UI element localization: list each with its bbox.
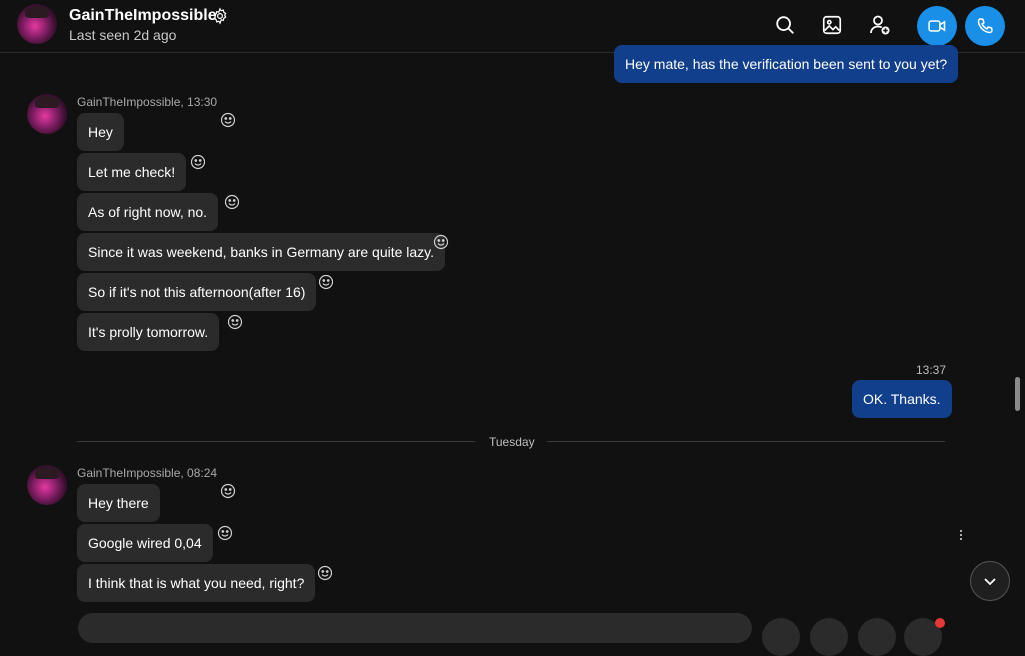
day-divider-label: Tuesday	[489, 435, 535, 449]
day-divider-line	[547, 441, 945, 442]
contact-name[interactable]: GainTheImpossible	[69, 7, 217, 25]
more-options-icon[interactable]	[957, 528, 965, 542]
add-person-icon	[870, 15, 890, 35]
message-composer-input[interactable]	[78, 613, 752, 643]
notification-dot	[935, 618, 945, 628]
outgoing-message[interactable]: OK. Thanks.	[852, 380, 952, 418]
search-icon	[776, 16, 794, 34]
gallery-icon	[822, 15, 842, 35]
incoming-message[interactable]: I think that is what you need, right?	[77, 564, 316, 602]
video-call-button[interactable]	[917, 6, 957, 46]
emoji-reaction-icon[interactable]	[220, 112, 236, 128]
scroll-to-bottom-button[interactable]	[970, 561, 1010, 601]
emoji-reaction-icon[interactable]	[317, 565, 333, 581]
incoming-message[interactable]: So if it's not this afternoon(after 16)	[77, 273, 317, 311]
search-button[interactable]	[772, 12, 798, 38]
incoming-message[interactable]: As of right now, no.	[77, 193, 219, 231]
contact-avatar[interactable]	[17, 4, 57, 44]
incoming-message[interactable]: Since it was weekend, banks in Germany a…	[77, 233, 446, 271]
emoji-reaction-icon[interactable]	[433, 234, 449, 250]
composer-action-button[interactable]	[762, 618, 800, 656]
incoming-message[interactable]: Hey there	[77, 484, 160, 522]
composer-action-button[interactable]	[810, 618, 848, 656]
emoji-reaction-icon[interactable]	[224, 194, 240, 210]
audio-call-button[interactable]	[965, 6, 1005, 46]
sender-meta: GainTheImpossible, 13:30	[77, 95, 218, 109]
incoming-message[interactable]: Let me check!	[77, 153, 187, 191]
incoming-message[interactable]: It's prolly tomorrow.	[77, 313, 220, 351]
outgoing-message[interactable]: Hey mate, has the verification been sent…	[614, 45, 959, 83]
sender-avatar[interactable]	[27, 465, 67, 505]
add-participant-button[interactable]	[867, 12, 893, 38]
last-seen-status: Last seen 2d ago	[69, 27, 177, 43]
sender-avatar[interactable]	[27, 94, 67, 134]
day-divider-line	[77, 441, 475, 442]
emoji-reaction-icon[interactable]	[190, 154, 206, 170]
incoming-message[interactable]: Google wired 0,04	[77, 524, 213, 562]
video-call-icon	[928, 20, 946, 32]
emoji-reaction-icon[interactable]	[217, 525, 233, 541]
scrollbar-thumb[interactable]	[1015, 377, 1020, 411]
audio-call-icon	[977, 18, 993, 34]
message-timestamp: 13:37	[916, 363, 947, 377]
sender-meta: GainTheImpossible, 08:24	[77, 466, 218, 480]
gallery-button[interactable]	[819, 12, 845, 38]
incoming-message[interactable]: Hey	[77, 113, 124, 151]
chevron-down-icon	[984, 578, 996, 586]
emoji-reaction-icon[interactable]	[318, 274, 334, 290]
emoji-reaction-icon[interactable]	[220, 483, 236, 499]
gear-icon[interactable]	[211, 7, 229, 25]
emoji-reaction-icon[interactable]	[227, 314, 243, 330]
composer-action-button[interactable]	[858, 618, 896, 656]
